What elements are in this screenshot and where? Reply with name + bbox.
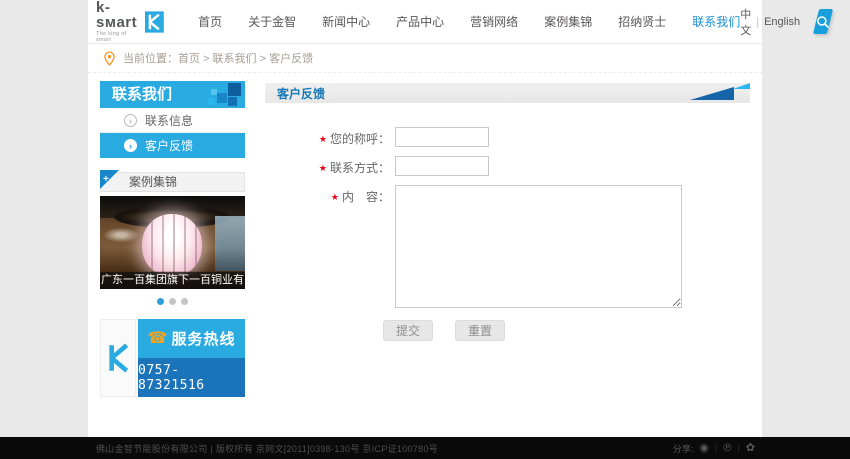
- main-nav: 首页 关于金智 新闻中心 产品中心 营销网络 案例集锦 招纳贤士 联系我们: [198, 13, 740, 30]
- carousel-image-lamp: [142, 214, 202, 276]
- k-logo-icon: [104, 343, 132, 373]
- title-decoration-dark: [690, 87, 734, 100]
- share-bar: 分享: ◉ | ℗ | ✿: [673, 442, 755, 455]
- service-hotline: ☎ 服务热线 0757-87321516: [100, 319, 245, 397]
- plus-icon: +: [103, 170, 109, 189]
- page: k-sмart The king of smart 首页 关于金智 新闻中心 产…: [0, 0, 850, 459]
- lang-en[interactable]: English: [764, 16, 800, 28]
- required-star-icon: ★: [319, 163, 327, 173]
- carousel-image-shelf: [104, 228, 138, 242]
- k-logo-icon: [145, 9, 164, 35]
- body-area: 联系我们 › 联系信息 › 客户反馈: [88, 73, 762, 397]
- field-label: ★内 容：: [265, 185, 390, 205]
- feedback-form: ★您的称呼： ★联系方式： ★内 容： 提交 重置: [265, 127, 750, 341]
- hotline-number: 0757-87321516: [138, 363, 245, 393]
- nav-item-home[interactable]: 首页: [198, 13, 222, 30]
- logo[interactable]: k-sмart The king of smart: [96, 0, 164, 43]
- hotline-logo-tile: [100, 319, 136, 397]
- sidebar-contact-header: 联系我们: [100, 81, 245, 108]
- site-footer: 佛山金智节能股份有限公司 | 版权所有 京网文[2011]0398-130号 京…: [0, 437, 850, 459]
- sidebar-item-label: 联系信息: [145, 112, 193, 129]
- required-star-icon: ★: [319, 134, 327, 144]
- required-star-icon: ★: [331, 192, 339, 202]
- copyright-text: 佛山金智节能股份有限公司 | 版权所有 京网文[2011]0398-130号 京…: [96, 442, 438, 455]
- page-title: 客户反馈: [277, 85, 325, 102]
- nav-item-cases[interactable]: 案例集锦: [544, 13, 592, 30]
- share-divider: |: [715, 443, 717, 453]
- p-share-icon[interactable]: ℗: [723, 443, 731, 454]
- breadcrumb-path[interactable]: 首页 > 联系我们 > 客户反馈: [178, 50, 313, 66]
- form-buttons: 提交 重置: [265, 320, 750, 341]
- carousel-caption: 广东一百集团旗下一百铜业有: [100, 272, 245, 289]
- field-label: ★您的称呼：: [265, 127, 390, 147]
- sidebar: 联系我们 › 联系信息 › 客户反馈: [100, 81, 245, 397]
- contact-label: 联系方式：: [330, 161, 390, 175]
- share-label: 分享:: [673, 442, 694, 455]
- hotline-label: 服务热线: [171, 328, 235, 349]
- search-icon: [816, 15, 830, 29]
- title-decoration-cyan: [733, 83, 750, 89]
- cases-section-header: + 案例集锦: [100, 172, 245, 192]
- form-row-message: ★内 容：: [265, 185, 750, 308]
- logo-tagline: The king of smart: [96, 31, 141, 43]
- carousel-dot[interactable]: [181, 298, 188, 305]
- nav-item-contact[interactable]: 联系我们: [692, 13, 740, 30]
- sidebar-item-feedback[interactable]: › 客户反馈: [100, 133, 245, 158]
- lang-divider: |: [756, 16, 759, 28]
- carousel-image-window: [215, 216, 245, 271]
- lang-zh[interactable]: 中文: [740, 6, 751, 38]
- message-textarea[interactable]: [395, 185, 682, 308]
- name-input[interactable]: [395, 127, 489, 147]
- sidebar-item-contact-info[interactable]: › 联系信息: [100, 108, 245, 133]
- breadcrumb: 当前位置： 首页 > 联系我们 > 客户反馈: [88, 44, 762, 73]
- carousel-dot[interactable]: [169, 298, 176, 305]
- share-divider: |: [737, 443, 739, 453]
- content-column: k-sмart The king of smart 首页 关于金智 新闻中心 产…: [88, 0, 762, 437]
- submit-button[interactable]: 提交: [383, 320, 433, 341]
- location-pin-icon: [104, 51, 115, 66]
- nav-item-careers[interactable]: 招纳贤士: [618, 13, 666, 30]
- nav-item-products[interactable]: 产品中心: [396, 13, 444, 30]
- reset-button[interactable]: 重置: [455, 320, 505, 341]
- carousel-dot[interactable]: [157, 298, 164, 305]
- cases-title: 案例集锦: [129, 175, 177, 189]
- nav-item-about[interactable]: 关于金智: [248, 13, 296, 30]
- name-label: 您的称呼：: [330, 132, 390, 146]
- site-header: k-sмart The king of smart 首页 关于金智 新闻中心 产…: [88, 0, 762, 44]
- chevron-circle-icon: ›: [124, 139, 137, 152]
- logo-text: k-sмart The king of smart: [96, 0, 141, 43]
- form-row-name: ★您的称呼：: [265, 127, 750, 147]
- sidebar-menu: › 联系信息 › 客户反馈: [100, 108, 245, 158]
- language-switch: 中文 | English: [740, 6, 800, 38]
- case-carousel-slide[interactable]: 广东一百集团旗下一百铜业有: [100, 196, 245, 289]
- chevron-circle-icon: ›: [124, 114, 137, 127]
- hotline-number-bar: 0757-87321516: [138, 358, 245, 397]
- message-label: 内 容：: [342, 190, 390, 204]
- nav-item-news[interactable]: 新闻中心: [322, 13, 370, 30]
- field-label: ★联系方式：: [265, 156, 390, 176]
- hotline-panel: ☎ 服务热线 0757-87321516: [138, 319, 245, 397]
- main-content: 客户反馈 ★您的称呼： ★联系方式： ★内 容：: [265, 81, 750, 397]
- weibo-icon[interactable]: ◉: [699, 443, 709, 454]
- contact-input[interactable]: [395, 156, 489, 176]
- breadcrumb-label: 当前位置：: [123, 50, 178, 66]
- nav-item-network[interactable]: 营销网络: [470, 13, 518, 30]
- sidebar-contact-title: 联系我们: [112, 86, 172, 103]
- sidebar-item-label: 客户反馈: [145, 137, 193, 154]
- phone-icon: ☎: [148, 331, 168, 347]
- page-title-bar: 客户反馈: [265, 83, 750, 103]
- search-button[interactable]: [813, 9, 833, 34]
- logo-name: k-sмart: [96, 0, 141, 30]
- carousel-dots: [100, 298, 245, 305]
- flower-share-icon[interactable]: ✿: [746, 443, 755, 454]
- form-row-contact: ★联系方式：: [265, 156, 750, 176]
- hotline-header: ☎ 服务热线: [138, 319, 245, 358]
